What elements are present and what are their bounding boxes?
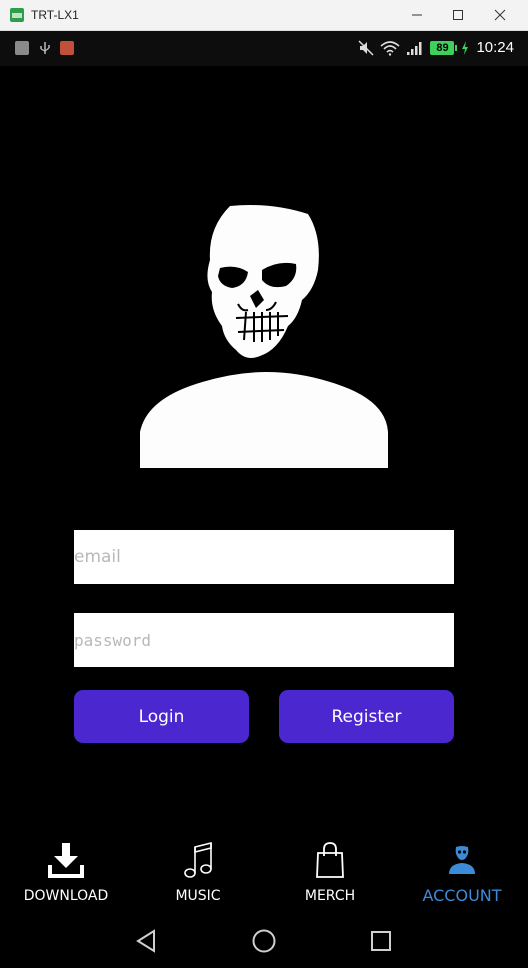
nav-item-merch[interactable]: MERCH — [264, 840, 396, 910]
nav-item-account[interactable]: ACCOUNT — [396, 840, 528, 910]
nav-label-download: DOWNLOAD — [23, 888, 109, 904]
maximize-icon — [453, 10, 463, 20]
nav-item-download[interactable]: DOWNLOAD — [0, 840, 132, 910]
notification-mail-icon — [60, 41, 74, 55]
skull-avatar-icon — [140, 205, 388, 468]
email-field[interactable] — [74, 530, 454, 584]
notification-app-icon — [15, 41, 29, 55]
clock: 10:24 — [476, 39, 514, 56]
status-bar: 89 10:24 — [0, 31, 528, 66]
maximize-button[interactable] — [443, 4, 473, 26]
download-icon — [46, 840, 86, 880]
recents-icon[interactable] — [368, 928, 394, 954]
music-note-icon — [178, 840, 218, 880]
account-icon — [442, 840, 482, 880]
signal-icon — [407, 41, 422, 55]
password-field[interactable] — [74, 613, 454, 667]
minimize-icon — [412, 14, 422, 16]
register-button[interactable]: Register — [279, 690, 454, 743]
battery-indicator: 89 — [430, 40, 458, 55]
usb-icon — [38, 41, 52, 55]
nav-label-account: ACCOUNT — [422, 886, 502, 905]
shopping-bag-icon — [310, 840, 350, 880]
window-title: TRT-LX1 — [31, 8, 79, 22]
window-title-bar: TRT-LX1 — [0, 0, 528, 31]
nav-label-merch: MERCH — [304, 888, 356, 904]
back-icon[interactable] — [134, 928, 160, 954]
nav-label-music: MUSIC — [175, 888, 221, 904]
close-icon — [494, 9, 506, 21]
wifi-icon — [380, 40, 400, 56]
home-icon[interactable] — [251, 928, 277, 954]
nav-item-music[interactable]: MUSIC — [132, 840, 264, 910]
login-button[interactable]: Login — [74, 690, 249, 743]
system-navigation-bar — [0, 912, 528, 968]
charging-icon — [462, 40, 469, 55]
close-button[interactable] — [485, 4, 515, 26]
minimize-button[interactable] — [402, 4, 432, 26]
mute-icon — [358, 39, 374, 56]
app-icon — [10, 8, 24, 22]
